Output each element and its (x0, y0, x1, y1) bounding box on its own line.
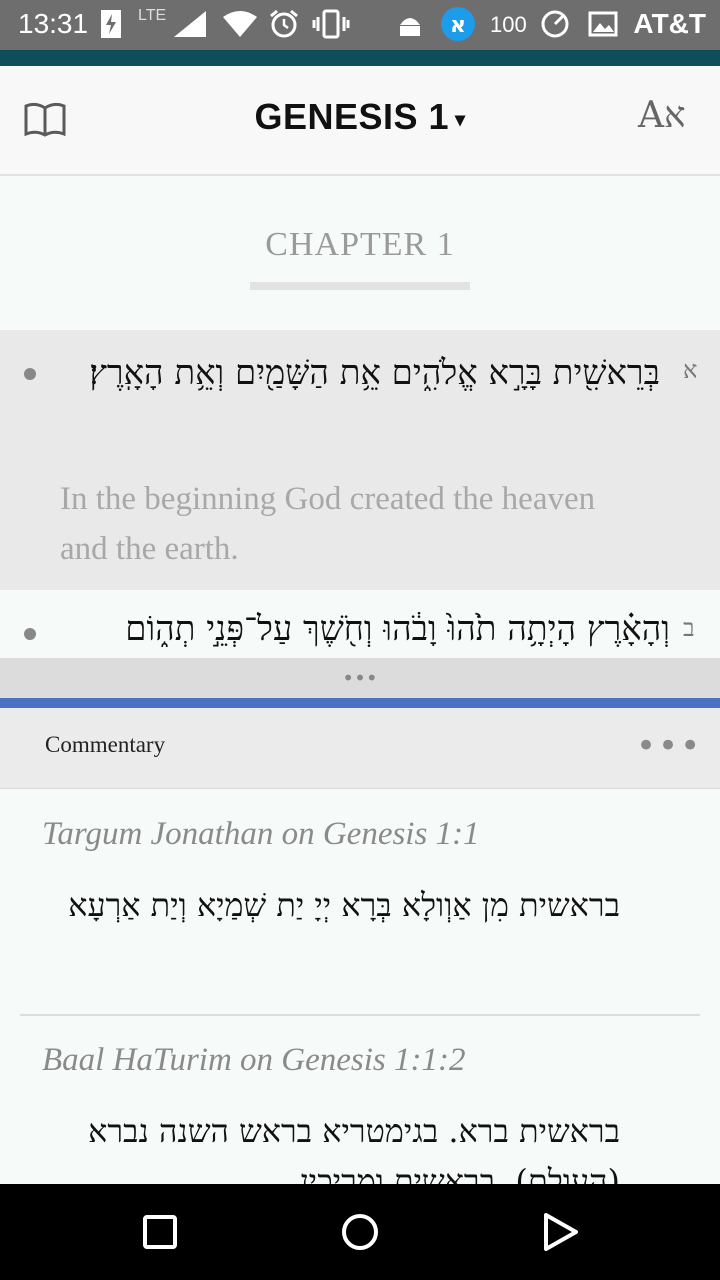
language-toggle-button[interactable]: Aא (638, 94, 686, 136)
list-divider (20, 1014, 700, 1016)
verse-row[interactable]: בְּרֵאשִׁ֖ית בָּרָ֣א אֱלֹהִ֑ים אֵ֥ת הַשָ… (0, 330, 720, 590)
network-type: LTE (138, 7, 167, 24)
panel-resize-handle[interactable]: ••• (0, 658, 720, 698)
chapter-title: CHAPTER 1 (265, 226, 455, 263)
commentary-source-title[interactable]: Targum Jonathan on Genesis 1:1 (42, 816, 480, 853)
flash-icon (100, 9, 122, 39)
verse-hebrew: בְּרֵאשִׁ֖ית בָּרָ֣א אֱלֹהִ֑ים אֵ֥ת הַשָ… (89, 353, 660, 393)
verse-marker-dot (24, 628, 36, 640)
commentary-accent-bar (0, 698, 720, 708)
verse-english: In the beginning God created the heaven … (60, 481, 596, 567)
recent-apps-icon[interactable] (140, 1212, 180, 1252)
sync-icon (538, 9, 572, 39)
verse-number: א (683, 356, 698, 384)
verse-marker-dot (24, 368, 36, 380)
app-accent-strip (0, 50, 720, 66)
chevron-down-icon: ▾ (455, 108, 466, 131)
commentary-source-title[interactable]: Baal HaTurim on Genesis 1:1:2 (42, 1042, 466, 1079)
svg-text:א: א (450, 13, 466, 38)
verse-number: ב (683, 614, 695, 642)
verse-hebrew: וְהָאָ֗רֶץ הָיְתָ֥ה תֹ֙הוּ֙ וָבֹ֔הוּ וְח… (125, 609, 670, 649)
book-title: GENESIS 1 (254, 96, 450, 137)
back-icon[interactable] (540, 1212, 580, 1252)
carrier-name: AT&T (633, 8, 706, 39)
commentary-text: בראשית מִן אַוְולָא בְּרָא יְיָ יַת שְׁמ… (68, 886, 620, 924)
more-options-icon[interactable]: ••• (636, 726, 702, 766)
sefaria-icon: א (440, 7, 476, 41)
commentary-list: Targum Jonathan on Genesis 1:1 בראשית מִ… (0, 790, 720, 1184)
image-icon (588, 9, 618, 39)
vibrate-icon (312, 9, 350, 39)
commentary-text: בראשית ברא. בגימטריא בראש השנה נברא (העו… (88, 1112, 620, 1184)
status-time: 13:31 (18, 8, 89, 39)
signal-icon (172, 9, 208, 39)
verse-row[interactable]: וְהָאָ֗רֶץ הָיְתָ֥ה תֹ֙הוּ֙ וָבֹ֔הוּ וְח… (0, 590, 720, 658)
navigation-bar (0, 1184, 720, 1280)
home-icon[interactable] (340, 1212, 380, 1252)
book-title-dropdown[interactable]: GENESIS 1 ▾ (0, 96, 720, 138)
commentary-label: Commentary (45, 732, 166, 757)
status-bar: 13:31 LTE א 100 AT&T (0, 0, 720, 50)
chapter-underline (250, 282, 470, 290)
android-icon (396, 9, 424, 39)
app-header: GENESIS 1 ▾ Aא (0, 66, 720, 176)
battery-level: 100 (490, 12, 527, 37)
wifi-icon (222, 9, 258, 39)
commentary-header: Commentary ••• (0, 708, 720, 789)
alarm-icon (268, 9, 300, 39)
